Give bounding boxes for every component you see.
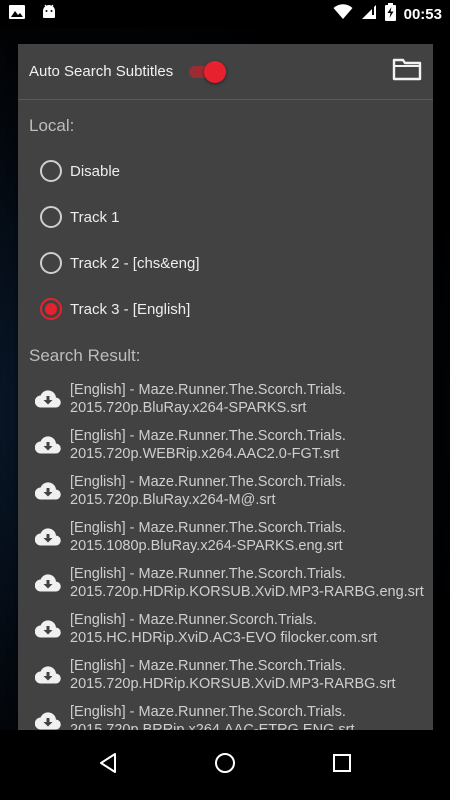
radio-button[interactable] (40, 252, 62, 274)
subtitle-dialog: Auto Search Subtitles Local: Disable Tra… (18, 44, 433, 730)
radio-option-disable[interactable]: Disable (18, 148, 433, 194)
result-line-1: [English] - Maze.Runner.The.Scorch.Trial… (70, 520, 346, 536)
result-line-1: [English] - Maze.Runner.The.Scorch.Trial… (70, 428, 346, 444)
gallery-icon (8, 4, 26, 25)
radio-option-track-3[interactable]: Track 3 - [English] (18, 286, 433, 332)
result-line-2: 2015.720p.BRRip.x264.AAC-ETRG.ENG.srt (70, 722, 355, 730)
radio-option-track-2[interactable]: Track 2 - [chs&eng] (18, 240, 433, 286)
toggle-thumb (204, 60, 227, 83)
recents-button[interactable] (322, 745, 362, 785)
home-button[interactable] (205, 745, 245, 785)
result-item[interactable]: [English] - Maze.Runner.The.Scorch.Trial… (18, 652, 433, 698)
navigation-bar (0, 730, 450, 800)
result-item[interactable]: [English] - Maze.Runner.The.Scorch.Trial… (18, 468, 433, 514)
radio-option-track-1[interactable]: Track 1 (18, 194, 433, 240)
cloud-download-icon (34, 618, 62, 640)
cloud-download-icon (34, 480, 62, 502)
folder-button[interactable] (391, 58, 423, 86)
result-line-1: [English] - Maze.Runner.The.Scorch.Trial… (70, 382, 346, 398)
home-icon (214, 752, 236, 779)
cloud-download-icon (34, 664, 62, 686)
android-icon (40, 3, 58, 26)
result-item[interactable]: [English] - Maze.Runner.The.Scorch.Trial… (18, 422, 433, 468)
radio-label: Track 2 - [chs&eng] (70, 254, 200, 272)
result-line-1: [English] - Maze.Runner.The.Scorch.Trial… (70, 474, 346, 490)
battery-charging-icon (384, 2, 396, 26)
result-line-1: [English] - Maze.Runner.The.Scorch.Trial… (70, 566, 346, 582)
result-item[interactable]: [English] - Maze.Runner.The.Scorch.Trial… (18, 376, 433, 422)
radio-button[interactable] (40, 160, 62, 182)
result-line-2: 2015.HC.HDRip.XviD.AC3-EVO filocker.com.… (70, 630, 377, 646)
result-line-1: [English] - Maze.Runner.The.Scorch.Trial… (70, 704, 346, 720)
result-item[interactable]: [English] - Maze.Runner.Scorch.Trials. 2… (18, 606, 433, 652)
back-button[interactable] (88, 745, 128, 785)
wifi-icon (333, 3, 353, 25)
radio-label: Track 3 - [English] (70, 300, 191, 318)
cloud-download-icon (34, 434, 62, 456)
result-item[interactable]: [English] - Maze.Runner.The.Scorch.Trial… (18, 514, 433, 560)
result-item[interactable]: [English] - Maze.Runner.The.Scorch.Trial… (18, 560, 433, 606)
back-icon (98, 752, 118, 779)
folder-icon (392, 57, 422, 86)
result-line-2: 2015.720p.HDRip.KORSUB.XviD.MP3-RARBG.sr… (70, 676, 396, 692)
radio-label: Track 1 (70, 208, 120, 226)
status-bar: 00:53 (0, 0, 450, 28)
result-item[interactable]: [English] - Maze.Runner.The.Scorch.Trial… (18, 698, 433, 730)
result-line-2: 2015.720p.BluRay.x264-SPARKS.srt (70, 400, 307, 416)
result-line-2: 2015.1080p.BluRay.x264-SPARKS.eng.srt (70, 538, 343, 554)
cloud-download-icon (34, 526, 62, 548)
local-track-options: Disable Track 1 Track 2 - [chs&eng] Trac… (18, 148, 433, 332)
signal-icon (361, 4, 377, 25)
search-result-list: [English] - Maze.Runner.The.Scorch.Trial… (18, 376, 433, 730)
clock: 00:53 (403, 5, 442, 23)
cloud-download-icon (34, 710, 62, 730)
radio-label: Disable (70, 162, 121, 180)
cloud-download-icon (34, 572, 62, 594)
cloud-download-icon (34, 388, 62, 410)
local-section-label: Local: (29, 116, 75, 135)
result-line-2: 2015.720p.HDRip.KORSUB.XviD.MP3-RARBG.en… (70, 584, 424, 600)
result-line-2: 2015.720p.WEBRip.x264.AAC2.0-FGT.srt (70, 446, 340, 462)
auto-search-toggle[interactable] (187, 60, 227, 83)
result-line-1: [English] - Maze.Runner.The.Scorch.Trial… (70, 658, 346, 674)
recents-icon (332, 753, 352, 778)
dialog-header: Auto Search Subtitles (18, 44, 433, 100)
radio-button[interactable] (40, 206, 62, 228)
auto-search-label: Auto Search Subtitles (29, 63, 174, 80)
radio-button-selected[interactable] (40, 298, 62, 320)
result-line-1: [English] - Maze.Runner.Scorch.Trials. (70, 612, 317, 628)
result-line-2: 2015.720p.BluRay.x264-M@.srt (70, 492, 276, 508)
search-result-label: Search Result: (29, 346, 141, 365)
